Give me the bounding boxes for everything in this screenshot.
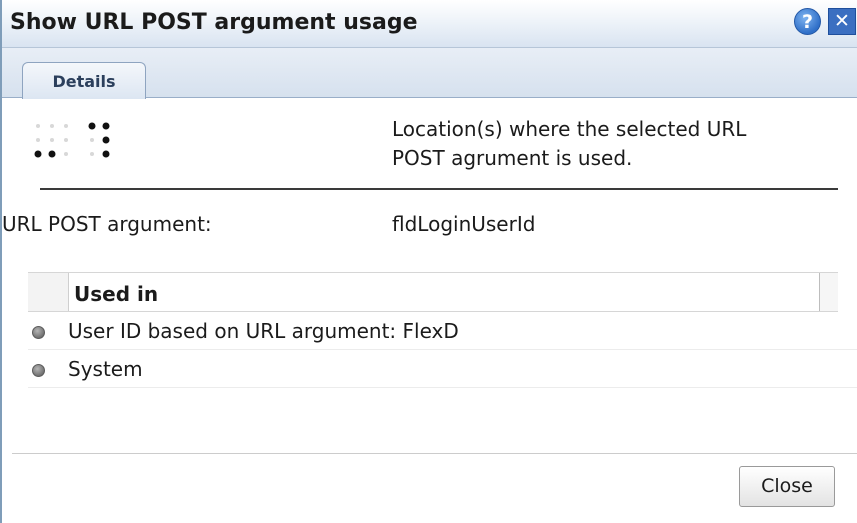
footer-divider [12,453,857,454]
list-item[interactable]: User ID based on URL argument: FlexD [28,313,857,350]
used-in-grid-header: Used in [28,272,838,312]
close-window-button[interactable]: ✕ [828,8,856,35]
header-end-cell [819,273,838,311]
description-line-1: Location(s) where the selected URL [392,117,747,141]
list-item-label: System [68,357,143,381]
description-line-2: POST agrument is used. [392,146,633,170]
url-post-argument-value: fldLoginUserId [392,212,536,236]
title-bar: Show URL POST argument usage ? ✕ [2,0,857,48]
tab-details[interactable]: Details [22,62,146,99]
bullet-icon [32,326,45,339]
dots-graphic-icon [34,122,110,158]
tab-strip: Details [2,48,857,99]
header-lead-cell [28,273,69,311]
list-item-label: User ID based on URL argument: FlexD [68,319,459,343]
dialog-title: Show URL POST argument usage [10,10,418,35]
list-item[interactable]: System [28,351,857,388]
used-in-column-header[interactable]: Used in [74,282,158,306]
bullet-icon [32,364,45,377]
url-post-argument-label: URL POST argument: [2,212,212,236]
close-icon: ✕ [834,10,850,32]
help-icon: ? [801,11,814,33]
help-button[interactable]: ? [794,8,821,35]
tab-details-label: Details [52,72,116,91]
close-button[interactable]: Close [739,466,835,507]
description-text: Location(s) where the selected URL POST … [392,115,852,173]
section-divider [40,188,838,190]
dialog-window: Show URL POST argument usage ? ✕ Details [0,0,857,523]
